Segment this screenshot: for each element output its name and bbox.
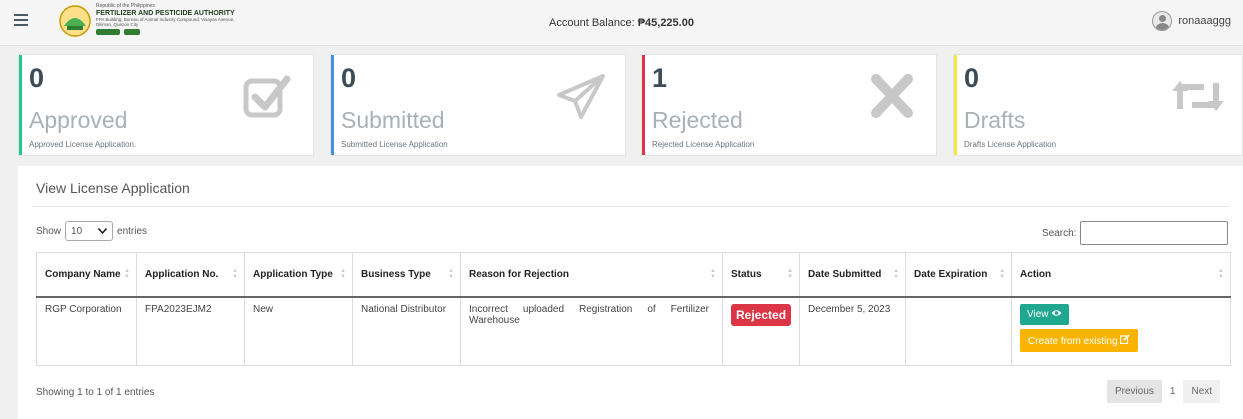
sort-icon: ▲ ▼ [124,268,130,281]
col-business-type[interactable]: Business Type ▲ ▼ [352,252,461,298]
create-label: Create from existing [1028,335,1118,347]
sort-icon: ▲ ▼ [710,268,716,281]
rejected-count: 1 [652,63,668,93]
show-label: Show [36,225,62,237]
cell-company: RGP Corporation [36,296,137,366]
retweet-icon [1172,81,1224,111]
drafts-sub: Drafts License Application [964,140,1057,149]
avatar [1152,11,1173,31]
org-republic: Republic of the Philippines [96,3,155,9]
column-label: Application No. [145,268,219,280]
card-accent-bar [954,55,957,155]
drafts-card: 0 Drafts Drafts License Application [953,54,1243,156]
entries-value: 10 [71,225,83,237]
column-label: Date Submitted [808,268,882,280]
table-info: Showing 1 to 1 of 1 entries [36,387,155,398]
column-label: Status [731,268,762,280]
col-date-submitted[interactable]: Date Submitted ▲ ▼ [799,252,907,298]
col-application-type[interactable]: Application Type ▲ ▼ [244,252,353,298]
search-label: Search: [1042,227,1077,239]
user-menu[interactable]: ronaaaggg [1152,11,1231,31]
panel-title: View License Application [36,180,190,196]
chevron-down-icon [98,228,108,234]
table-header-row: Company Name ▲ ▼ Application No. ▲ ▼ Applica… [36,252,1231,298]
column-label: Reason for Rejection [469,268,570,280]
search-input[interactable] [1080,221,1229,245]
sort-icon: ▲ ▼ [340,268,346,281]
username: ronaaaggg [1178,15,1231,27]
cell-app-no: FPA2023EJM2 [136,296,245,366]
sort-icon: ▲ ▼ [999,268,1006,281]
eye-icon [1051,309,1062,316]
org-badge [96,29,120,35]
sort-icon: ▲ ▼ [1218,268,1224,281]
card-accent-bar [642,55,645,155]
search-control: Search: [1042,221,1229,245]
col-application-no[interactable]: Application No. ▲ ▼ [136,252,245,298]
sort-icon: ▲ ▼ [448,268,454,281]
balance-value: ₱45,225.00 [637,17,694,29]
entries-length-control: Show 10 entries [36,221,147,241]
cell-status: Rejected [721,296,801,366]
entries-select[interactable]: 10 [65,221,114,241]
submitted-label: Submitted [341,107,445,133]
card-accent-bar [19,55,22,155]
column-label: Business Type [361,268,431,280]
top-bar: Republic of the Philippines FERTILIZER A… [0,0,1243,46]
drafts-label: Drafts [964,107,1026,133]
reason-text: Incorrect uploaded Registration of Ferti… [469,303,709,326]
license-table: Company Name ▲ ▼ Application No. ▲ ▼ Applica… [36,252,1231,366]
cell-date-expiration [905,296,1013,366]
cell-app-type: New [244,296,353,366]
org-name: FERTILIZER AND PESTICIDE AUTHORITY [96,10,235,17]
col-company-name[interactable]: Company Name ▲ ▼ [36,252,137,298]
approved-card: 0 Approved Approved License Application. [18,54,314,156]
account-balance: Account Balance: ₱45,225.00 [0,17,1243,29]
submitted-count: 0 [341,63,357,93]
cell-reason: Incorrect uploaded Registration of Ferti… [460,296,723,366]
divider [32,206,1229,207]
cell-action: View Create from existing [1011,296,1231,366]
submitted-card: 0 Submitted Submitted License Applicatio… [330,54,626,156]
status-badge: Rejected [731,303,792,326]
org-badge [123,29,141,35]
create-from-existing-button[interactable]: Create from existing [1020,328,1139,352]
close-icon [871,74,913,118]
page-1-button[interactable]: 1 [1162,380,1184,403]
view-button[interactable]: View [1020,303,1070,325]
entries-label: entries [117,225,148,237]
col-status[interactable]: Status ▲ ▼ [721,252,801,298]
approved-count: 0 [29,63,45,93]
card-accent-bar [331,55,334,155]
col-date-expiration[interactable]: Date Expiration ▲ ▼ [905,252,1013,298]
edit-icon [1120,333,1130,344]
approved-label: Approved [29,107,128,133]
pagination: Previous 1 Next [1107,380,1221,403]
column-label: Action [1020,268,1052,280]
sort-icon: ▲ ▼ [893,268,900,281]
cell-business-type: National Distributor [352,296,461,366]
table-row: RGP Corporation FPA2023EJM2 New National… [36,296,1231,366]
balance-label: Account Balance: [549,17,638,29]
sort-icon: ▲ ▼ [787,268,794,281]
license-panel: View License Application Show 10 entries… [18,166,1243,419]
previous-button[interactable]: Previous [1107,380,1162,403]
submitted-sub: Submitted License Application [341,140,448,149]
drafts-count: 0 [964,63,980,93]
rejected-label: Rejected [652,107,743,133]
view-label: View [1027,308,1049,320]
approved-sub: Approved License Application. [29,140,137,149]
column-label: Application Type [253,268,333,280]
column-label: Date Expiration [914,268,988,280]
col-reason[interactable]: Reason for Rejection ▲ ▼ [460,252,723,298]
column-label: Company Name [45,268,121,280]
sort-icon: ▲ ▼ [232,268,238,281]
paper-plane-icon [557,74,605,119]
rejected-card: 1 Rejected Rejected License Application [641,54,937,156]
col-action[interactable]: Action ▲ ▼ [1011,252,1231,298]
checkbox-icon [243,75,291,118]
cell-date-submitted: December 5, 2023 [799,296,907,366]
rejected-sub: Rejected License Application [652,140,755,149]
next-button[interactable]: Next [1183,380,1221,403]
